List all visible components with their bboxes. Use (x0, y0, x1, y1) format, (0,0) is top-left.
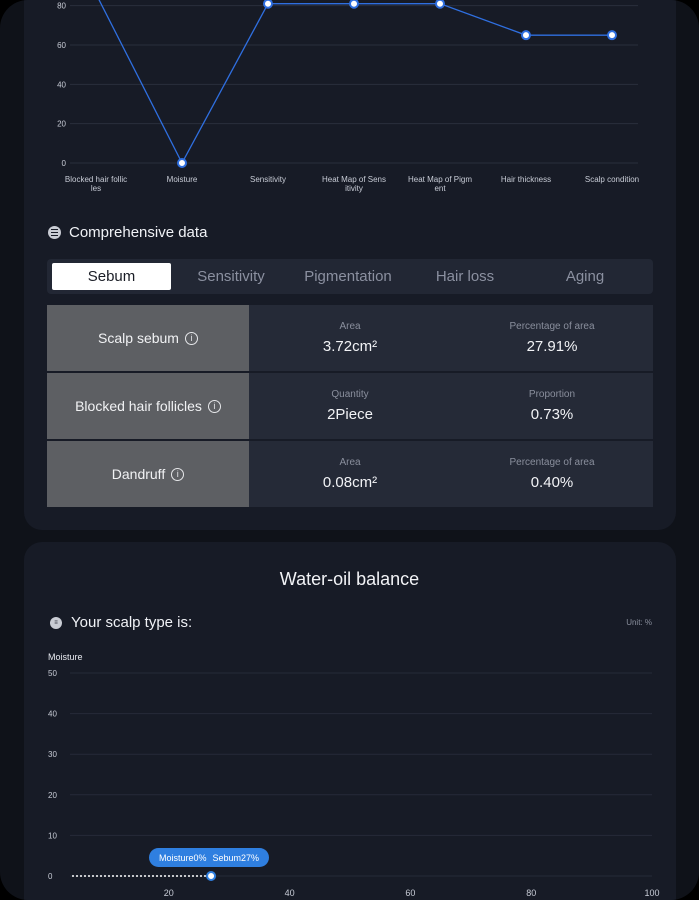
water-oil-card (24, 542, 676, 900)
x-tick-label: Sensitivity (250, 175, 286, 184)
data-point (263, 0, 273, 9)
value-cell: Percentage of area 27.91% (451, 305, 653, 371)
tooltip-moisture: Moisture0% (159, 852, 207, 863)
y-tick-label: 20 (57, 120, 66, 129)
x-tick-label: itivity (345, 184, 363, 193)
y-tick-label: 0 (62, 159, 67, 168)
unit-label: Unit: % (626, 618, 652, 627)
value-key: Quantity (331, 389, 369, 400)
value-text: 27.91% (526, 338, 578, 355)
table-row: Scalp sebum i Area 3.72cm² Percentage of… (47, 305, 653, 371)
x-tick-label: Hair thickness (501, 175, 551, 184)
data-point (521, 30, 531, 41)
trend-line-chart: 0 20 40 60 80 Blocked hair follicles Moisture S… (57, 0, 639, 193)
value-key: Percentage of area (509, 321, 595, 332)
table-row: Dandruff i Area 0.08cm² Percentage of ar… (47, 441, 653, 507)
category-tabs: Sebum Sensitivity Pigmentation Hair loss… (47, 259, 653, 294)
value-cell: Area 0.08cm² (249, 441, 451, 507)
tooltip-sebum: Sebum27% (212, 852, 260, 863)
data-point (349, 0, 359, 9)
value-key: Percentage of area (509, 457, 595, 468)
tab-aging[interactable]: Aging (525, 263, 645, 290)
tab-sebum[interactable]: Sebum (52, 263, 171, 290)
row-label-scalp-sebum: Scalp sebum i (47, 305, 249, 371)
value-text: 0.73% (530, 406, 574, 423)
tab-sensitivity[interactable]: Sensitivity (171, 263, 291, 290)
row-label-text: Dandruff (111, 466, 166, 482)
app-frame: 0 20 40 60 80 Blocked hair follic les Moisture S… (0, 0, 699, 900)
x-tick-label: Heat Map of Sens (322, 175, 386, 184)
series-line (98, 0, 612, 165)
comprehensive-data-header: Comprehensive data (48, 224, 207, 241)
value-key: Area (339, 457, 361, 468)
info-icon[interactable]: i (171, 467, 185, 481)
scalp-type-header: ≡ Your scalp type is: (50, 614, 192, 631)
value-key: Proportion (528, 389, 576, 400)
value-text: 3.72cm² (322, 338, 378, 355)
data-point (607, 30, 617, 41)
row-label-dandruff: Dandruff i (47, 441, 249, 507)
scalp-type-label: Your scalp type is: (71, 614, 193, 631)
x-tick-label: Heat Map of Pigm (408, 175, 472, 184)
row-values: Area 3.72cm² Percentage of area 27.91% (249, 305, 653, 371)
y-tick-label: 40 (57, 80, 66, 89)
value-text: 2Piece (327, 406, 373, 423)
value-key: Area (339, 321, 361, 332)
value-cell: Area 3.72cm² (249, 305, 451, 371)
x-tick-label: Scalp condition (585, 175, 639, 184)
row-label-blocked-hair-follicles: Blocked hair follicles i (47, 373, 249, 439)
scalp-type-icon: ≡ (50, 616, 62, 629)
x-tick-label: les (91, 184, 101, 193)
value-cell: Quantity 2Piece (249, 373, 451, 439)
info-icon[interactable]: i (184, 331, 198, 345)
value-text: 0.40% (530, 474, 574, 491)
data-point (435, 0, 445, 9)
row-values: Quantity 2Piece Proportion 0.73% (249, 373, 653, 439)
value-cell: Percentage of area 0.40% (451, 441, 653, 507)
value-cell: Proportion 0.73% (451, 373, 653, 439)
row-label-text: Scalp sebum (98, 330, 179, 346)
tab-pigmentation[interactable]: Pigmentation (291, 263, 405, 290)
value-text: 0.08cm² (322, 474, 378, 491)
sebum-data-table: Scalp sebum i Area 3.72cm² Percentage of… (47, 305, 653, 509)
row-values: Area 0.08cm² Percentage of area 0.40% (249, 441, 653, 507)
tab-hair-loss[interactable]: Hair loss (405, 263, 525, 290)
x-tick-label: ent (434, 184, 446, 193)
row-label-text: Blocked hair follicles (75, 398, 202, 414)
list-icon (48, 226, 61, 239)
x-tick-label: Moisture (167, 175, 198, 184)
info-icon[interactable]: i (207, 399, 221, 413)
data-point (177, 158, 187, 168)
comprehensive-data-title: Comprehensive data (69, 224, 208, 241)
water-oil-title: Water-oil balance (279, 569, 420, 589)
table-row: Blocked hair follicles i Quantity 2Piece… (47, 373, 653, 439)
data-point-tooltip: Moisture0% Sebum27% (149, 848, 270, 867)
x-tick-label: Blocked hair follic (65, 175, 127, 184)
y-tick-label: 80 (57, 2, 66, 11)
y-tick-label: 60 (57, 41, 66, 50)
